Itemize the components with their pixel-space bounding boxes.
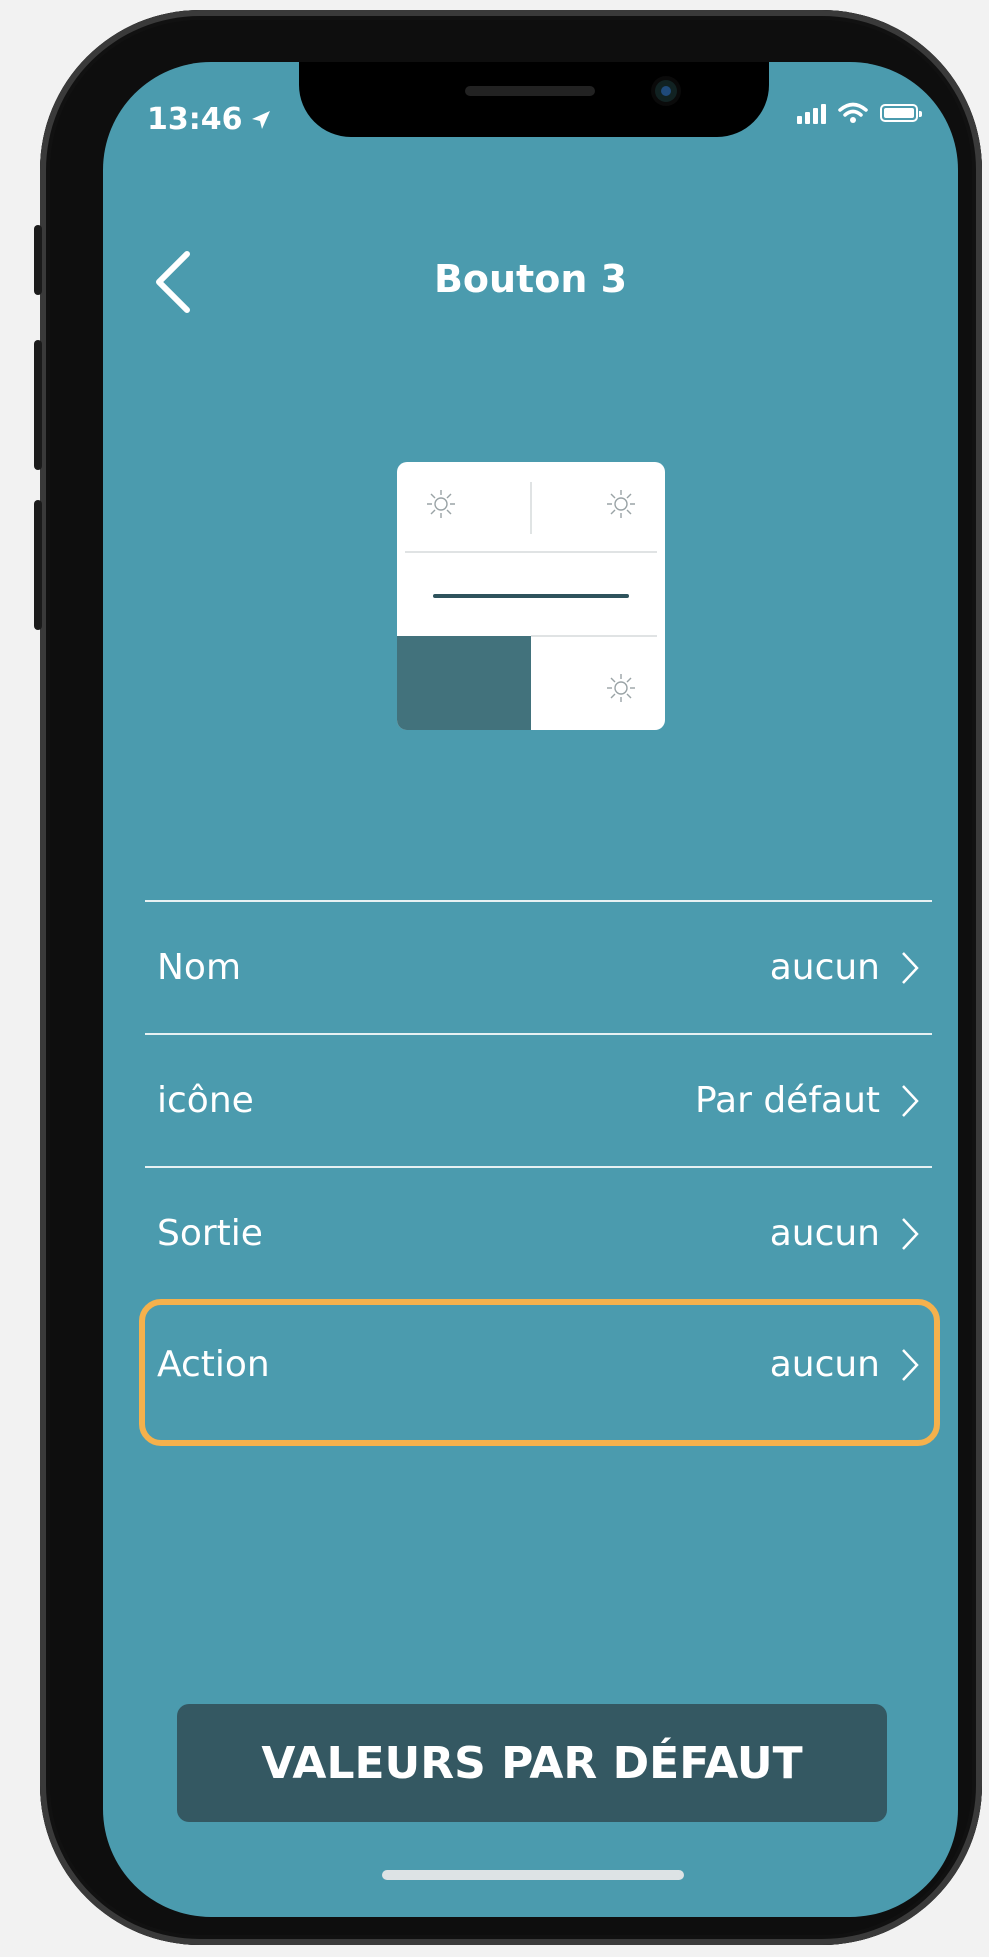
status-icons	[797, 102, 922, 124]
wifi-icon	[838, 102, 868, 123]
setting-row-icone[interactable]: icône Par défaut	[145, 1035, 932, 1166]
settings-list: Nom aucun icône Par défaut Sortie aucun …	[139, 900, 940, 1446]
battery-icon	[880, 104, 922, 122]
selected-button-cell	[397, 636, 531, 730]
restore-defaults-button[interactable]: VALEURS PAR DÉFAUT	[177, 1704, 887, 1822]
status-time: 13:46	[147, 102, 273, 137]
home-indicator[interactable]	[382, 1870, 684, 1880]
setting-value: Par défaut	[694, 1080, 880, 1121]
app-screen: 13:46 Bouton 3 Nom aucun icône Par défau…	[103, 62, 958, 1917]
setting-label: Nom	[157, 947, 242, 988]
setting-value: aucun	[769, 947, 880, 988]
chevron-right-icon	[902, 1084, 919, 1117]
chevron-right-icon	[902, 1217, 919, 1250]
light-icon	[607, 674, 635, 702]
light-icon	[427, 490, 455, 518]
chevron-right-icon	[902, 951, 919, 984]
location-arrow-icon	[251, 110, 270, 129]
setting-label: Sortie	[157, 1213, 263, 1254]
cellular-signal-icon	[797, 102, 826, 124]
setting-value: aucun	[769, 1213, 880, 1254]
setting-row-nom[interactable]: Nom aucun	[145, 902, 932, 1033]
setting-row-action[interactable]: Action aucun	[139, 1299, 940, 1446]
page-title: Bouton 3	[433, 257, 628, 301]
time-label: 13:46	[147, 102, 243, 137]
light-icon	[607, 490, 635, 518]
speaker-grille	[465, 86, 595, 96]
setting-label: icône	[157, 1080, 254, 1121]
highlight-frame	[139, 1299, 940, 1446]
volume-up-button	[34, 340, 42, 470]
camera-icon	[655, 80, 677, 102]
notch	[299, 62, 769, 137]
switch-preview	[397, 462, 665, 730]
mute-switch	[34, 225, 42, 295]
setting-row-sortie[interactable]: Sortie aucun	[145, 1168, 932, 1299]
switch-preview-drawing	[397, 482, 657, 730]
volume-down-button	[34, 500, 42, 630]
